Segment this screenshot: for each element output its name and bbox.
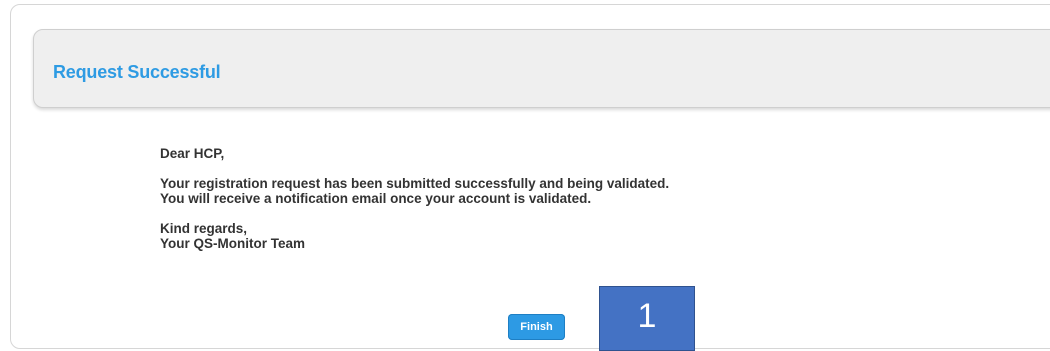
finish-button[interactable]: Finish <box>508 314 565 340</box>
signature-text: Your QS-Monitor Team <box>160 236 305 251</box>
header-panel: Request Successful <box>33 29 1050 108</box>
page-title: Request Successful <box>53 62 221 82</box>
confirmation-message: Dear HCP, Your registration request has … <box>160 146 669 251</box>
greeting-text: Dear HCP, <box>160 146 225 161</box>
step-number-badge: 1 <box>599 286 695 351</box>
body-text-line-1: Your registration request has been submi… <box>160 176 670 191</box>
body-text-line-2: You will receive a notification email on… <box>160 191 592 206</box>
closing-text: Kind regards, <box>160 221 248 236</box>
